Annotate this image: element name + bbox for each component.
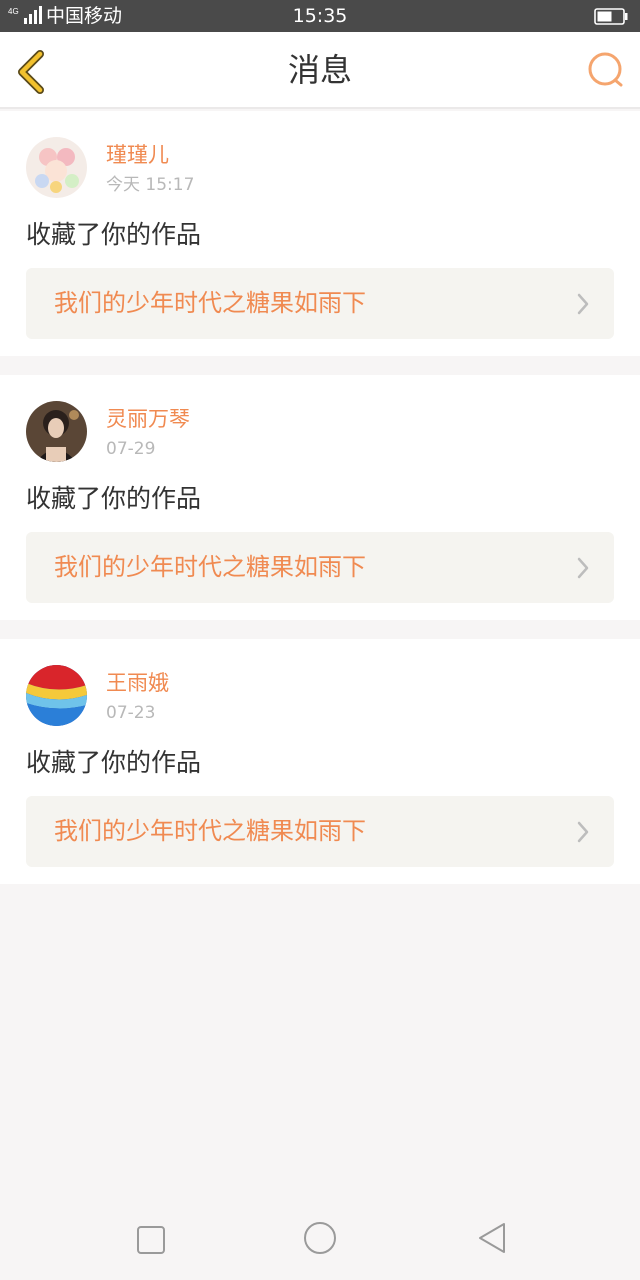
notification-card: 瑾瑾儿 今天 15:17 收藏了你的作品 我们的少年时代之糖果如雨下: [0, 111, 640, 356]
user-name[interactable]: 灵丽万琴: [106, 405, 190, 433]
avatar-image: [26, 137, 87, 198]
work-link[interactable]: 我们的少年时代之糖果如雨下: [26, 268, 614, 339]
work-link[interactable]: 我们的少年时代之糖果如雨下: [26, 796, 614, 867]
work-link[interactable]: 我们的少年时代之糖果如雨下: [26, 532, 614, 603]
notification-time: 07-29: [106, 439, 156, 459]
chevron-right-icon: [577, 821, 589, 843]
search-button[interactable]: [586, 50, 626, 90]
avatar[interactable]: [26, 401, 87, 462]
home-button[interactable]: [300, 1220, 340, 1260]
recent-apps-icon: [137, 1226, 165, 1254]
user-name[interactable]: 瑾瑾儿: [106, 141, 169, 169]
top-app-bar: 消息: [0, 32, 640, 109]
work-title: 我们的少年时代之糖果如雨下: [54, 553, 366, 581]
notification-action: 收藏了你的作品: [26, 484, 202, 513]
search-icon: [588, 52, 623, 87]
home-icon: [304, 1222, 336, 1254]
notification-time: 07-23: [106, 703, 156, 723]
work-title: 我们的少年时代之糖果如雨下: [54, 817, 366, 845]
system-nav-bar: [0, 1200, 640, 1280]
back-triangle-icon: [479, 1223, 505, 1253]
chevron-right-icon: [577, 557, 589, 579]
work-title: 我们的少年时代之糖果如雨下: [54, 289, 366, 317]
notification-card: 王雨娥 07-23 收藏了你的作品 我们的少年时代之糖果如雨下: [0, 639, 640, 884]
avatar[interactable]: [26, 665, 87, 726]
notification-action: 收藏了你的作品: [26, 748, 202, 777]
user-name[interactable]: 王雨娥: [106, 669, 169, 697]
status-bar: 4G 中国移动 15:35: [0, 0, 640, 32]
notification-action: 收藏了你的作品: [26, 220, 202, 249]
avatar[interactable]: [26, 137, 87, 198]
battery-icon: [594, 8, 628, 25]
chevron-right-icon: [577, 293, 589, 315]
recent-apps-button[interactable]: [131, 1220, 171, 1260]
avatar-image: [26, 665, 87, 726]
notification-card: 灵丽万琴 07-29 收藏了你的作品 我们的少年时代之糖果如雨下: [0, 375, 640, 620]
back-nav-button[interactable]: [472, 1220, 512, 1260]
avatar-image: [26, 401, 87, 462]
page-title: 消息: [287, 51, 352, 89]
status-time: 15:35: [292, 5, 348, 27]
notification-time: 今天 15:17: [106, 175, 195, 195]
